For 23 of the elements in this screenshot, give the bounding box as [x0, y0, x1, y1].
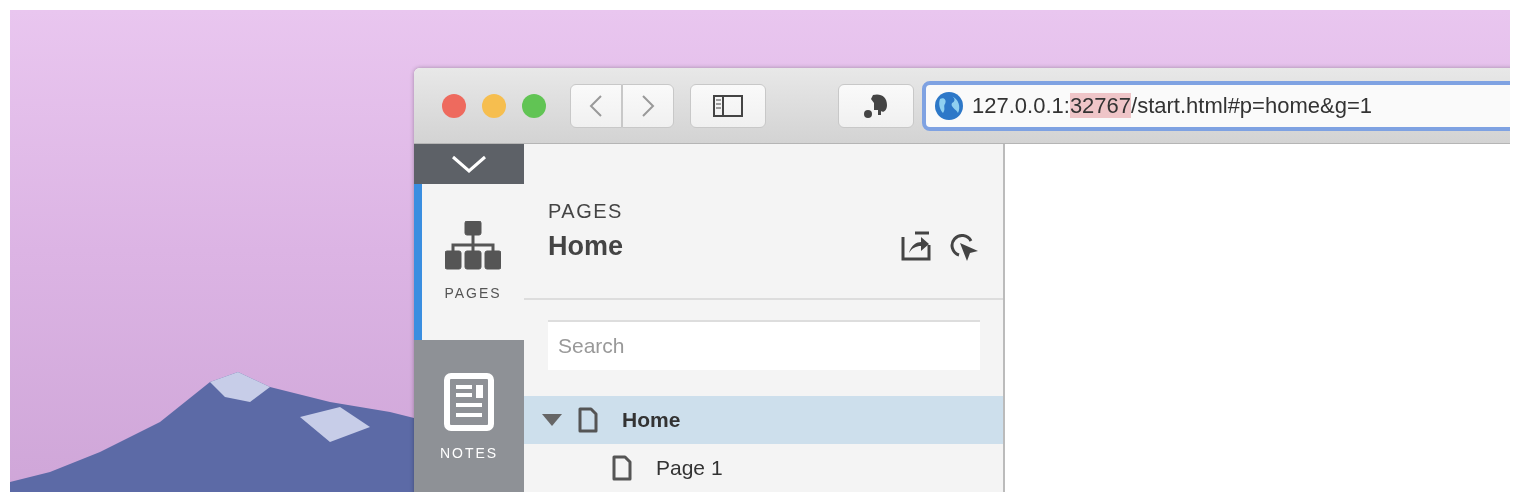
tree-item[interactable]: Page 1	[524, 444, 1003, 492]
sidebar-icon	[713, 94, 743, 117]
share-icon[interactable]	[901, 231, 931, 262]
sitemap-icon	[445, 220, 501, 271]
search-field[interactable]: Search	[548, 320, 980, 370]
back-button[interactable]	[570, 83, 622, 128]
globe-icon	[934, 90, 964, 121]
chevron-left-icon	[589, 93, 603, 118]
document-icon	[444, 372, 494, 431]
page-icon	[612, 455, 632, 481]
sidebar-tab[interactable]: PAGES	[414, 184, 524, 340]
page-icon	[578, 407, 598, 433]
page-title: Home	[548, 230, 623, 263]
tree-item[interactable]: Home	[524, 396, 1003, 444]
address-field[interactable]: 127.0.0.1:32767/start.html#p=home&g=1	[922, 80, 1510, 131]
caret-icon[interactable]	[542, 414, 562, 426]
chevron-down-icon[interactable]	[450, 154, 488, 174]
elephant-extension-button[interactable]	[838, 83, 914, 128]
forward-button[interactable]	[622, 83, 674, 128]
sidebar-toggle-button[interactable]	[690, 83, 766, 128]
panel-heading: PAGES	[548, 199, 624, 224]
chevron-right-icon	[641, 93, 655, 118]
close-button[interactable]	[442, 93, 466, 118]
